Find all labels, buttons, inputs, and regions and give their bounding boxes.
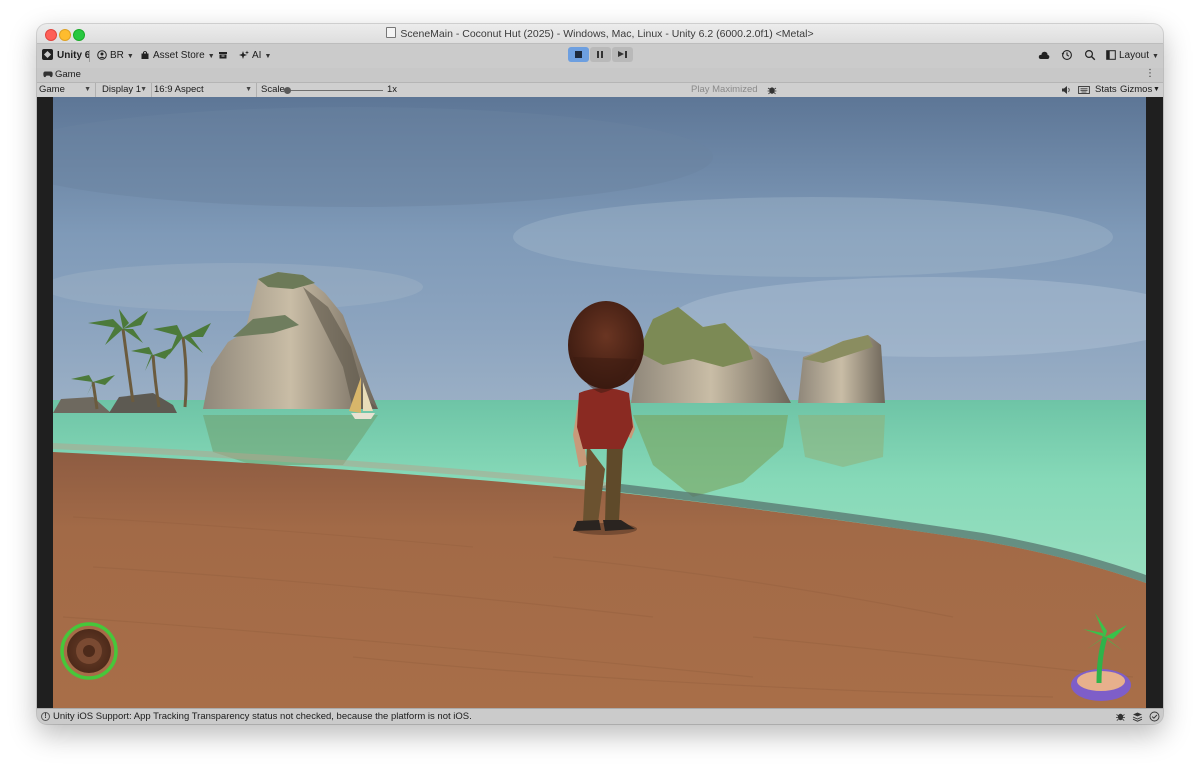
game-scene[interactable]	[53, 97, 1146, 708]
account-label: BR	[110, 50, 124, 61]
scale-value: 1x	[387, 84, 398, 95]
dropdown-arrow-icon: ▼	[140, 86, 147, 93]
view-select[interactable]: Game ▼	[37, 83, 96, 97]
panel-tab-strip: Game ⋮	[37, 68, 1163, 82]
pause-icon	[597, 51, 599, 58]
gamepad-icon	[43, 71, 53, 78]
chevron-down-icon: ▼	[207, 53, 215, 60]
pause-button[interactable]	[590, 47, 611, 62]
info-icon: !	[41, 712, 50, 721]
ai-dropdown[interactable]: AI ▼	[239, 48, 271, 64]
chevron-down-icon: ▼	[264, 53, 272, 60]
document-icon	[386, 27, 397, 38]
settings-gear-icon	[60, 622, 118, 680]
title-bar: SceneMain - Coconut Hut (2025) - Windows…	[37, 24, 1163, 44]
ai-label: AI	[252, 50, 262, 61]
sparkle-icon	[239, 50, 249, 59]
package-manager-button[interactable]	[218, 48, 231, 64]
unity-editor-window: SceneMain - Coconut Hut (2025) - Windows…	[37, 24, 1163, 724]
unity-version-button[interactable]: Unity 6	[42, 48, 90, 64]
step-bar	[625, 51, 627, 58]
more-options-icon[interactable]: ⋮	[1145, 68, 1155, 80]
speaker-icon[interactable]	[1061, 85, 1072, 95]
step-button[interactable]	[612, 47, 633, 62]
unity-version-label: Unity 6	[57, 50, 91, 61]
shopping-bag-icon	[141, 51, 149, 59]
stop-icon	[575, 51, 582, 58]
checkmark-circle-icon[interactable]	[1149, 711, 1160, 722]
bug-icon[interactable]	[1115, 711, 1126, 722]
stats-button[interactable]: Stats	[1095, 83, 1117, 97]
tab-game[interactable]: Game	[43, 69, 81, 81]
display-select[interactable]: Display 1 ▼	[98, 83, 152, 97]
scale-label: Scale	[261, 84, 285, 95]
search-icon[interactable]	[1084, 49, 1096, 61]
play-mode-select[interactable]: Play Maximized▼	[691, 83, 774, 97]
dropdown-arrow-icon: ▼	[245, 86, 252, 93]
toolbar-divider	[89, 50, 90, 62]
asset-store-label: Asset Store	[153, 50, 205, 61]
gizmos-dropdown-icon[interactable]: ▼	[1153, 83, 1160, 97]
view-select-value: Game	[39, 84, 65, 95]
game-viewport[interactable]	[37, 97, 1163, 708]
layout-label: Layout	[1119, 50, 1150, 61]
scale-slider-handle[interactable]	[284, 87, 291, 94]
dropdown-arrow-icon: ▼	[84, 86, 91, 93]
aspect-select[interactable]: 16:9 Aspect ▼	[152, 83, 257, 97]
chevron-down-icon: ▼	[126, 53, 134, 60]
layout-icon	[1106, 50, 1116, 60]
asset-store-dropdown[interactable]: Asset Store ▼	[140, 48, 215, 64]
window-title: SceneMain - Coconut Hut (2025) - Windows…	[400, 28, 814, 40]
history-icon[interactable]	[1061, 49, 1073, 61]
bug-icon[interactable]	[767, 85, 777, 95]
archive-icon	[219, 52, 227, 59]
chevron-down-icon: ▼	[1152, 53, 1159, 60]
tab-game-label: Game	[55, 69, 81, 80]
keyboard-icon[interactable]	[1078, 85, 1090, 95]
playmode-controls	[568, 47, 634, 63]
window-title-container: SceneMain - Coconut Hut (2025) - Windows…	[37, 27, 1163, 40]
status-message[interactable]: Unity iOS Support: App Tracking Transpar…	[53, 711, 472, 722]
console-status-bar[interactable]: ! Unity iOS Support: App Tracking Transp…	[37, 708, 1163, 724]
unity-logo-icon	[42, 49, 53, 60]
account-dropdown[interactable]: BR ▼	[97, 48, 134, 64]
gizmos-button[interactable]: Gizmos	[1120, 83, 1152, 97]
play-mode-value: Play Maximized	[691, 84, 758, 95]
step-icon	[618, 51, 624, 57]
scene-render	[53, 97, 1146, 708]
layers-icon[interactable]	[1132, 711, 1143, 722]
layout-dropdown[interactable]: Layout ▼	[1106, 48, 1159, 64]
cloud-icon[interactable]	[1038, 50, 1050, 60]
stop-button[interactable]	[568, 47, 589, 62]
aspect-select-value: 16:9 Aspect	[154, 84, 204, 95]
main-toolbar: Unity 6 BR ▼ Asset Store ▼ AI ▼ Layout ▼	[37, 44, 1163, 68]
game-view-controls: Game ▼ Display 1 ▼ 16:9 Aspect ▼ Scale 1x P…	[37, 82, 1163, 98]
account-icon	[97, 50, 107, 60]
display-select-value: Display 1	[102, 84, 142, 95]
scale-slider-track[interactable]	[287, 90, 383, 91]
